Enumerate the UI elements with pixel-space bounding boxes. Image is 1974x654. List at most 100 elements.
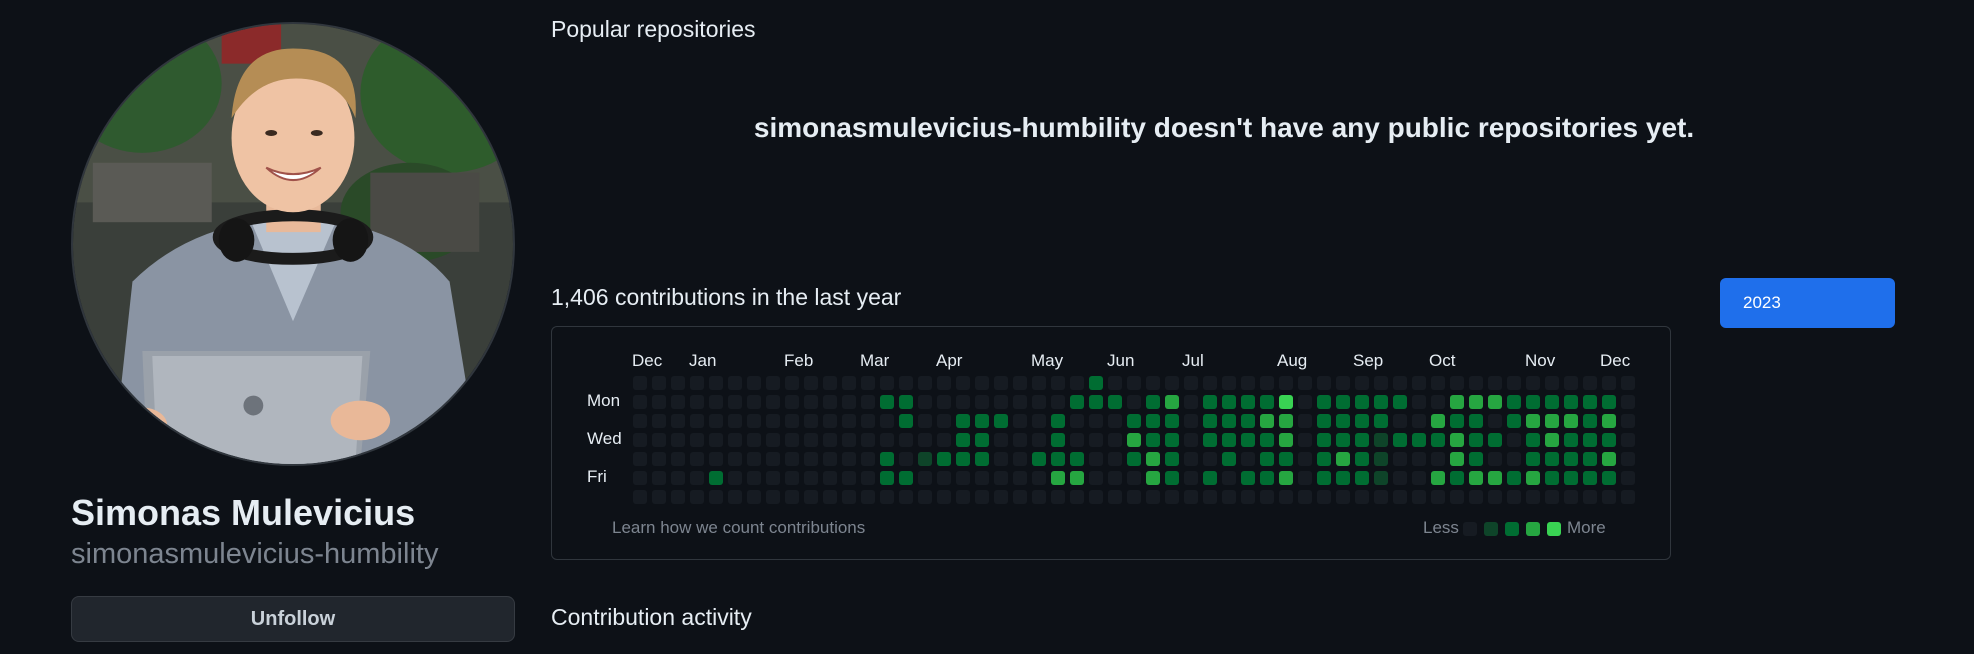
contribution-cell[interactable] (1450, 471, 1464, 485)
contribution-cell[interactable] (937, 376, 951, 390)
contribution-cell[interactable] (1469, 452, 1483, 466)
contribution-cell[interactable] (918, 414, 932, 428)
contribution-cell[interactable] (1279, 395, 1293, 409)
contribution-cell[interactable] (1469, 414, 1483, 428)
contribution-cell[interactable] (899, 471, 913, 485)
contribution-cell[interactable] (633, 452, 647, 466)
contribution-cell[interactable] (1488, 471, 1502, 485)
contribution-cell[interactable] (1545, 395, 1559, 409)
contribution-cell[interactable] (1602, 490, 1616, 504)
contribution-cell[interactable] (1374, 395, 1388, 409)
contribution-cell[interactable] (1526, 433, 1540, 447)
contribution-cell[interactable] (728, 490, 742, 504)
contribution-cell[interactable] (1602, 376, 1616, 390)
contribution-cell[interactable] (1203, 471, 1217, 485)
contribution-cell[interactable] (1355, 433, 1369, 447)
contribution-cell[interactable] (842, 414, 856, 428)
contribution-cell[interactable] (1602, 414, 1616, 428)
contribution-cell[interactable] (690, 395, 704, 409)
contribution-cell[interactable] (1260, 376, 1274, 390)
contribution-cell[interactable] (1412, 490, 1426, 504)
contribution-cell[interactable] (1203, 414, 1217, 428)
contribution-cell[interactable] (1298, 471, 1312, 485)
contribution-cell[interactable] (937, 395, 951, 409)
contribution-cell[interactable] (1013, 376, 1027, 390)
contribution-cell[interactable] (1488, 490, 1502, 504)
contribution-cell[interactable] (975, 471, 989, 485)
contribution-cell[interactable] (1431, 414, 1445, 428)
contribution-cell[interactable] (1298, 490, 1312, 504)
contribution-cell[interactable] (1089, 433, 1103, 447)
contribution-cell[interactable] (747, 452, 761, 466)
contribution-cell[interactable] (1222, 433, 1236, 447)
contribution-cell[interactable] (1165, 395, 1179, 409)
contribution-cell[interactable] (1298, 414, 1312, 428)
contribution-cell[interactable] (1507, 376, 1521, 390)
contribution-cell[interactable] (652, 414, 666, 428)
contribution-cell[interactable] (1108, 395, 1122, 409)
contribution-cell[interactable] (1450, 433, 1464, 447)
contribution-cell[interactable] (690, 433, 704, 447)
contribution-cell[interactable] (1051, 452, 1065, 466)
contribution-cell[interactable] (1279, 471, 1293, 485)
contribution-cell[interactable] (1450, 395, 1464, 409)
contribution-cell[interactable] (956, 452, 970, 466)
contribution-cell[interactable] (728, 471, 742, 485)
contribution-cell[interactable] (1108, 414, 1122, 428)
contribution-cell[interactable] (1184, 433, 1198, 447)
contribution-cell[interactable] (1564, 376, 1578, 390)
contribution-cell[interactable] (709, 490, 723, 504)
contribution-cell[interactable] (1488, 395, 1502, 409)
contribution-cell[interactable] (1241, 471, 1255, 485)
contribution-cell[interactable] (861, 414, 875, 428)
unfollow-button[interactable]: Unfollow (71, 596, 515, 642)
contribution-cell[interactable] (918, 376, 932, 390)
contribution-cell[interactable] (1393, 433, 1407, 447)
contribution-cell[interactable] (1469, 471, 1483, 485)
contribution-cell[interactable] (937, 490, 951, 504)
contribution-cell[interactable] (1070, 395, 1084, 409)
contribution-cell[interactable] (1222, 376, 1236, 390)
contribution-cell[interactable] (842, 395, 856, 409)
contribution-cell[interactable] (1393, 376, 1407, 390)
contribution-cell[interactable] (823, 471, 837, 485)
contribution-cell[interactable] (1488, 452, 1502, 466)
contribution-cell[interactable] (1089, 414, 1103, 428)
contribution-cell[interactable] (1336, 414, 1350, 428)
contribution-cell[interactable] (1412, 433, 1426, 447)
contribution-cell[interactable] (823, 414, 837, 428)
contribution-cell[interactable] (1621, 471, 1635, 485)
contribution-cell[interactable] (1108, 433, 1122, 447)
contribution-cell[interactable] (1032, 433, 1046, 447)
contribution-cell[interactable] (1355, 414, 1369, 428)
contribution-cell[interactable] (804, 433, 818, 447)
contribution-cell[interactable] (880, 414, 894, 428)
contribution-cell[interactable] (1336, 471, 1350, 485)
contribution-cell[interactable] (956, 395, 970, 409)
contribution-cell[interactable] (918, 490, 932, 504)
contribution-cell[interactable] (842, 452, 856, 466)
contribution-cell[interactable] (1621, 376, 1635, 390)
contribution-cell[interactable] (1165, 414, 1179, 428)
contribution-cell[interactable] (1507, 490, 1521, 504)
contribution-cell[interactable] (1526, 452, 1540, 466)
contribution-cell[interactable] (1355, 490, 1369, 504)
contribution-cell[interactable] (1336, 490, 1350, 504)
contribution-cell[interactable] (1545, 414, 1559, 428)
contribution-cell[interactable] (956, 433, 970, 447)
contribution-cell[interactable] (1089, 376, 1103, 390)
contribution-cell[interactable] (1583, 433, 1597, 447)
contribution-cell[interactable] (956, 376, 970, 390)
contribution-cell[interactable] (1013, 433, 1027, 447)
contribution-cell[interactable] (709, 452, 723, 466)
contribution-cell[interactable] (690, 452, 704, 466)
contribution-cell[interactable] (1545, 433, 1559, 447)
contribution-cell[interactable] (1507, 395, 1521, 409)
contribution-cell[interactable] (1070, 414, 1084, 428)
contribution-cell[interactable] (1621, 414, 1635, 428)
contribution-cell[interactable] (975, 376, 989, 390)
contribution-cell[interactable] (1583, 452, 1597, 466)
contribution-cell[interactable] (633, 471, 647, 485)
contribution-cell[interactable] (1374, 376, 1388, 390)
contribution-cell[interactable] (1165, 490, 1179, 504)
